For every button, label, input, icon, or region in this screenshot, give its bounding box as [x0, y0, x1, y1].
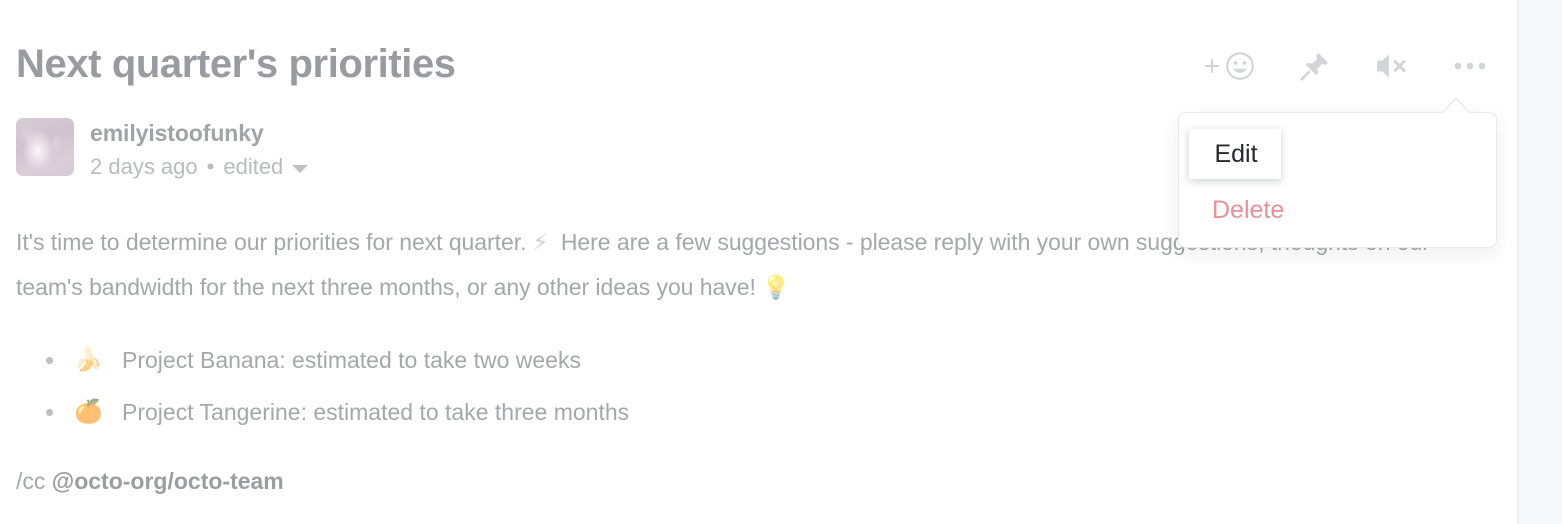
cc-line: /cc @octo-org/octo-team [16, 468, 284, 495]
body-sentence-1: It's time to determine our priorities fo… [16, 229, 527, 255]
kebab-menu-icon [1453, 60, 1487, 72]
comment-content: Next quarter's priorities emilyistoofunk… [0, 0, 1517, 524]
unsubscribe-button[interactable] [1375, 51, 1409, 81]
menu-item-delete[interactable]: Delete [1212, 198, 1284, 223]
page-title: Next quarter's priorities [16, 42, 456, 86]
comment-author-header: emilyistoofunky 2 days ago • edited [16, 118, 309, 180]
priorities-list: 🍌 Project Banana: estimated to take two … [16, 340, 1116, 444]
zap-emoji: ⚡ [532, 230, 549, 256]
team-mention-link[interactable]: @octo-org/octo-team [52, 468, 284, 494]
author-username[interactable]: emilyistoofunky [90, 119, 308, 147]
comment-timestamp: 2 days ago [90, 154, 198, 179]
chevron-down-icon[interactable] [292, 165, 309, 173]
list-item: 🍊 Project Tangerine: estimated to take t… [16, 392, 1116, 444]
list-item-label: Project Banana: estimated to take two we… [122, 347, 581, 373]
tangerine-emoji: 🍊 [74, 399, 103, 425]
issue-actions-toolbar [1202, 48, 1487, 84]
edited-label[interactable]: edited [223, 154, 283, 180]
more-options-button[interactable] [1453, 60, 1487, 72]
pin-icon [1299, 50, 1331, 82]
author-meta: emilyistoofunky 2 days ago • edited [90, 118, 309, 180]
list-item-label: Project Tangerine: estimated to take thr… [122, 399, 630, 425]
comment-timestamp-row: 2 days ago • edited [90, 154, 309, 180]
meta-separator: • [206, 154, 215, 179]
plus-icon [1202, 56, 1222, 76]
avatar[interactable] [16, 118, 74, 176]
list-item: 🍌 Project Banana: estimated to take two … [16, 340, 1116, 392]
banana-emoji: 🍌 [74, 347, 103, 373]
add-reaction-button[interactable] [1202, 51, 1255, 81]
smiley-icon [1225, 51, 1255, 81]
pin-issue-button[interactable] [1299, 50, 1331, 82]
issue-comment-screen: Next quarter's priorities emilyistoofunk… [0, 0, 1562, 524]
bulb-emoji: 💡 [761, 275, 791, 301]
comment-options-menu: Edit Delete [1178, 97, 1497, 248]
menu-item-edit[interactable]: Edit [1189, 129, 1281, 179]
cc-prefix: /cc [16, 468, 52, 494]
mute-icon [1375, 51, 1409, 81]
page-background-rail [1519, 0, 1562, 524]
popup-caret [1441, 99, 1471, 115]
